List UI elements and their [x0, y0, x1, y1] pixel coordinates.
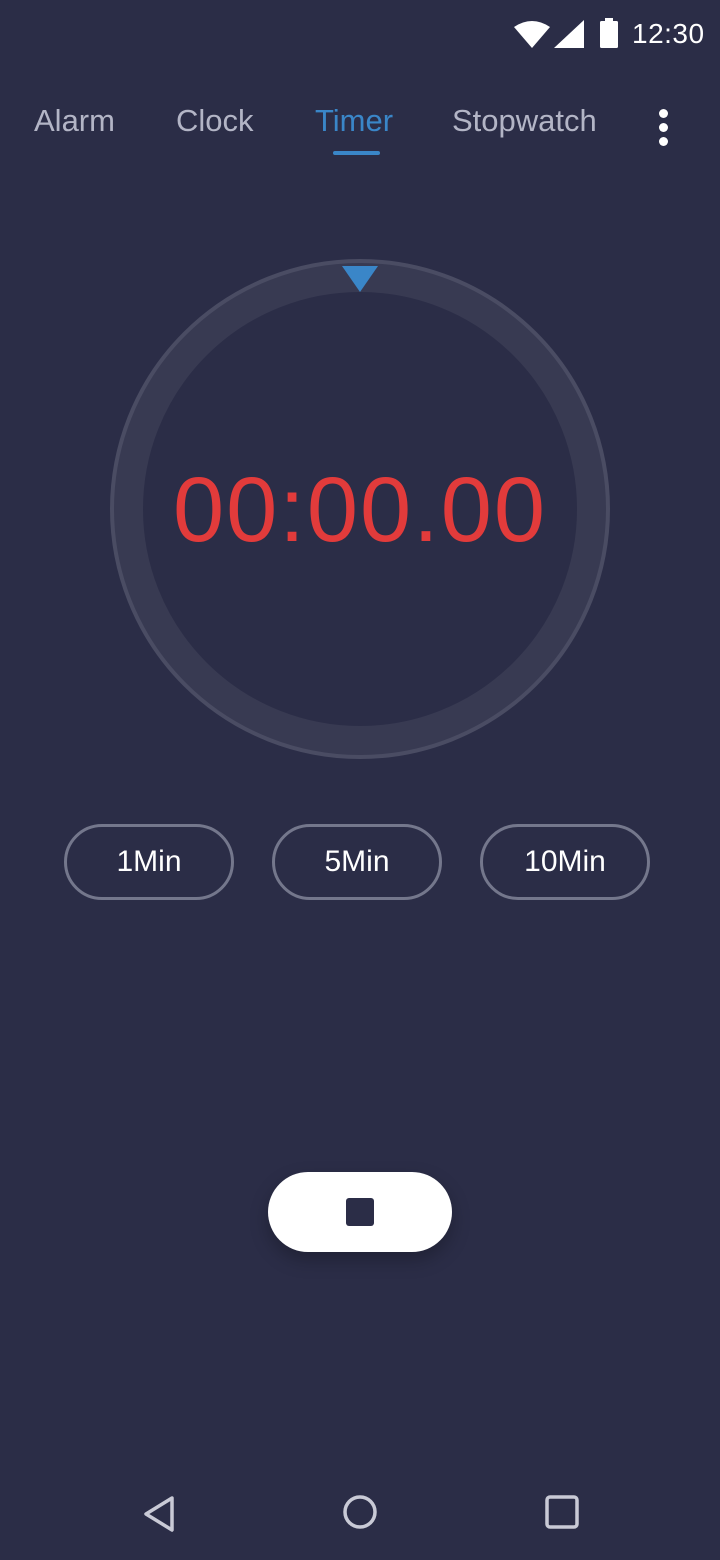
- signal-icon: [554, 20, 584, 48]
- timer-display: 00:00.00: [172, 459, 548, 561]
- more-options-button[interactable]: [644, 99, 684, 149]
- tab-active-indicator: [333, 151, 380, 155]
- tab-clock[interactable]: Clock: [176, 103, 254, 139]
- preset-10min-button[interactable]: 10Min: [480, 824, 650, 900]
- stop-icon: [346, 1198, 374, 1226]
- battery-icon: [600, 18, 618, 48]
- more-options-icon: [659, 109, 668, 118]
- tab-stopwatch[interactable]: Stopwatch: [452, 103, 597, 139]
- preset-1min-button[interactable]: 1Min: [64, 824, 234, 900]
- navigation-bar: [0, 1470, 720, 1560]
- home-icon[interactable]: [340, 1492, 380, 1532]
- tab-bar: Alarm Clock Timer Stopwatch: [0, 95, 720, 165]
- more-options-dot: [659, 137, 668, 146]
- status-bar: 12:30: [0, 0, 720, 70]
- wifi-icon: [514, 21, 550, 48]
- more-options-dot: [659, 123, 668, 132]
- back-icon[interactable]: [140, 1492, 180, 1536]
- tab-alarm[interactable]: Alarm: [34, 103, 115, 139]
- recents-icon[interactable]: [542, 1492, 582, 1532]
- timer-dial[interactable]: 00:00.00: [110, 259, 610, 759]
- preset-5min-button[interactable]: 5Min: [272, 824, 442, 900]
- tab-timer[interactable]: Timer: [315, 103, 393, 139]
- status-time: 12:30: [632, 18, 705, 49]
- stop-button[interactable]: [268, 1172, 452, 1252]
